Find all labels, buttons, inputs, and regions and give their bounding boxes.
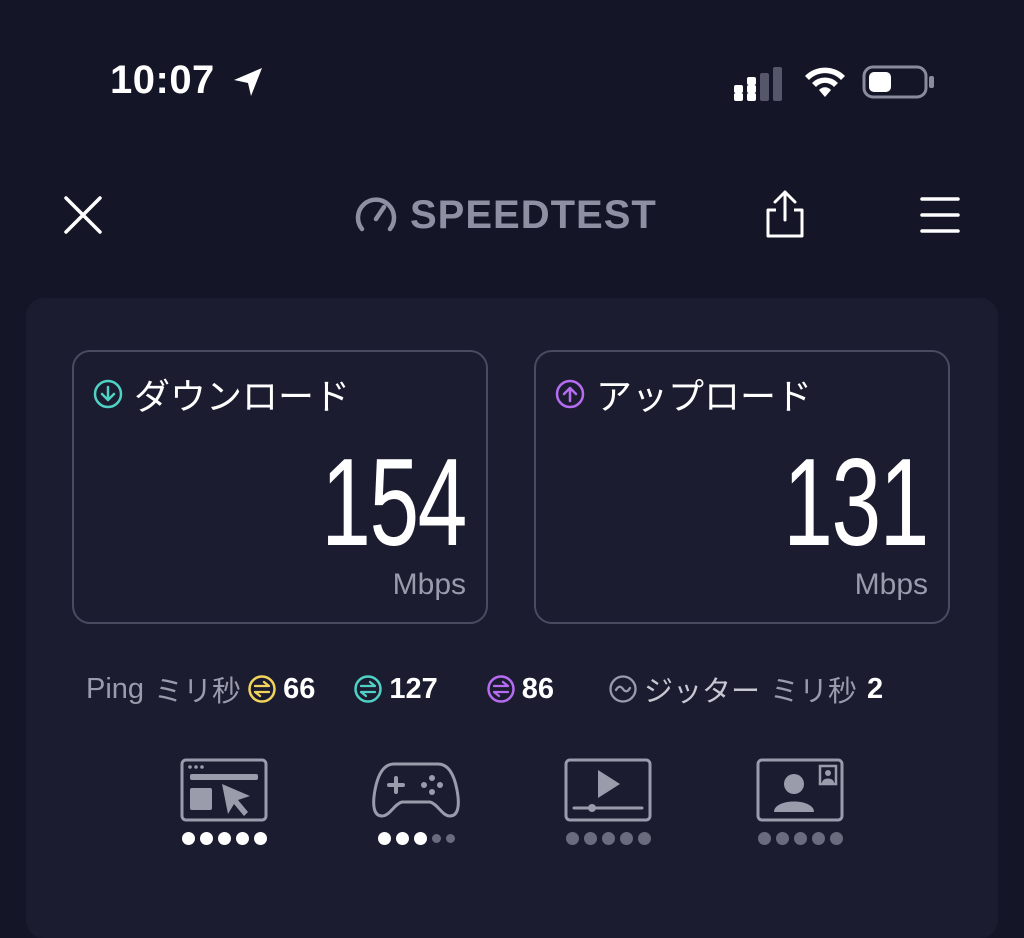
speedometer-icon — [355, 197, 397, 232]
rating-dot — [601, 832, 615, 845]
video-streaming-icon — [564, 758, 652, 822]
ping-unit: ミリ秒 — [154, 676, 242, 708]
upload-arrow-icon — [555, 379, 585, 409]
rating-dot — [565, 832, 579, 845]
rating-dot — [811, 832, 825, 845]
ping-row: Ping ミリ秒 66 127 86 ジッター ミリ秒 2 — [86, 668, 883, 710]
share-icon[interactable] — [762, 188, 808, 240]
usage-video-streaming[interactable] — [558, 756, 658, 856]
rating-dot — [217, 832, 231, 845]
wifi-icon — [805, 67, 845, 97]
usage-rating-dots — [558, 832, 658, 845]
jitter-unit: ミリ秒 — [770, 676, 858, 708]
results-card: ダウンロード 154 Mbps アップロード 131 Mbps Ping ミリ秒… — [26, 298, 998, 938]
jitter-icon — [609, 675, 637, 703]
rating-dot — [793, 832, 807, 845]
rating-dot — [235, 832, 249, 845]
gaming-icon — [372, 762, 460, 818]
web-browsing-icon — [180, 758, 268, 822]
rating-dot — [377, 832, 391, 845]
battery-icon — [862, 65, 934, 99]
close-icon[interactable] — [60, 192, 106, 238]
download-value: 154 — [321, 434, 467, 572]
idle-ping-value: 66 — [283, 672, 316, 705]
usage-web-browsing[interactable] — [174, 756, 274, 856]
upload-unit: Mbps — [854, 568, 928, 601]
usage-rating-dots — [750, 832, 850, 845]
download-ping-icon — [354, 675, 383, 703]
upload-label: アップロード — [596, 377, 813, 418]
download-result: ダウンロード 154 Mbps — [72, 350, 488, 624]
idle-ping-icon — [248, 675, 276, 703]
usage-rating-dots — [366, 832, 466, 845]
download-ping-value: 127 — [389, 672, 438, 705]
upload-result: アップロード 131 Mbps — [534, 350, 950, 624]
status-time: 10:07 — [110, 58, 215, 102]
rating-dot — [395, 832, 409, 845]
rating-dot — [829, 832, 843, 845]
logo-text: SPEEDTEST — [410, 192, 657, 237]
download-arrow-icon — [93, 379, 123, 409]
rating-dot — [181, 832, 195, 845]
rating-dot — [445, 834, 455, 843]
location-arrow-icon — [234, 68, 262, 96]
jitter-label: ジッター — [643, 676, 760, 708]
rating-dot — [199, 832, 213, 845]
jitter-value: 2 — [867, 672, 884, 705]
menu-icon[interactable] — [918, 194, 962, 236]
rating-dot — [431, 834, 441, 843]
ping-label: Ping — [86, 672, 145, 705]
upload-ping-value: 86 — [521, 672, 554, 705]
rating-dot — [637, 832, 651, 845]
rating-dot — [413, 832, 427, 845]
upload-value: 131 — [783, 434, 929, 572]
rating-dot — [757, 832, 771, 845]
download-label: ダウンロード — [134, 377, 351, 418]
status-bar: 10:07 — [0, 0, 1024, 140]
upload-ping-icon — [486, 675, 515, 703]
rating-dot — [253, 832, 267, 845]
usage-rating-dots — [174, 832, 274, 845]
usage-gaming[interactable] — [366, 756, 466, 856]
download-unit: Mbps — [392, 568, 466, 601]
rating-dot — [619, 832, 633, 845]
rating-dot — [775, 832, 789, 845]
video-call-icon — [756, 758, 844, 822]
usage-video-call[interactable] — [750, 756, 850, 856]
cellular-signal-icon — [734, 67, 782, 101]
speedtest-logo: SPEEDTEST — [354, 190, 657, 240]
rating-dot — [583, 832, 597, 845]
